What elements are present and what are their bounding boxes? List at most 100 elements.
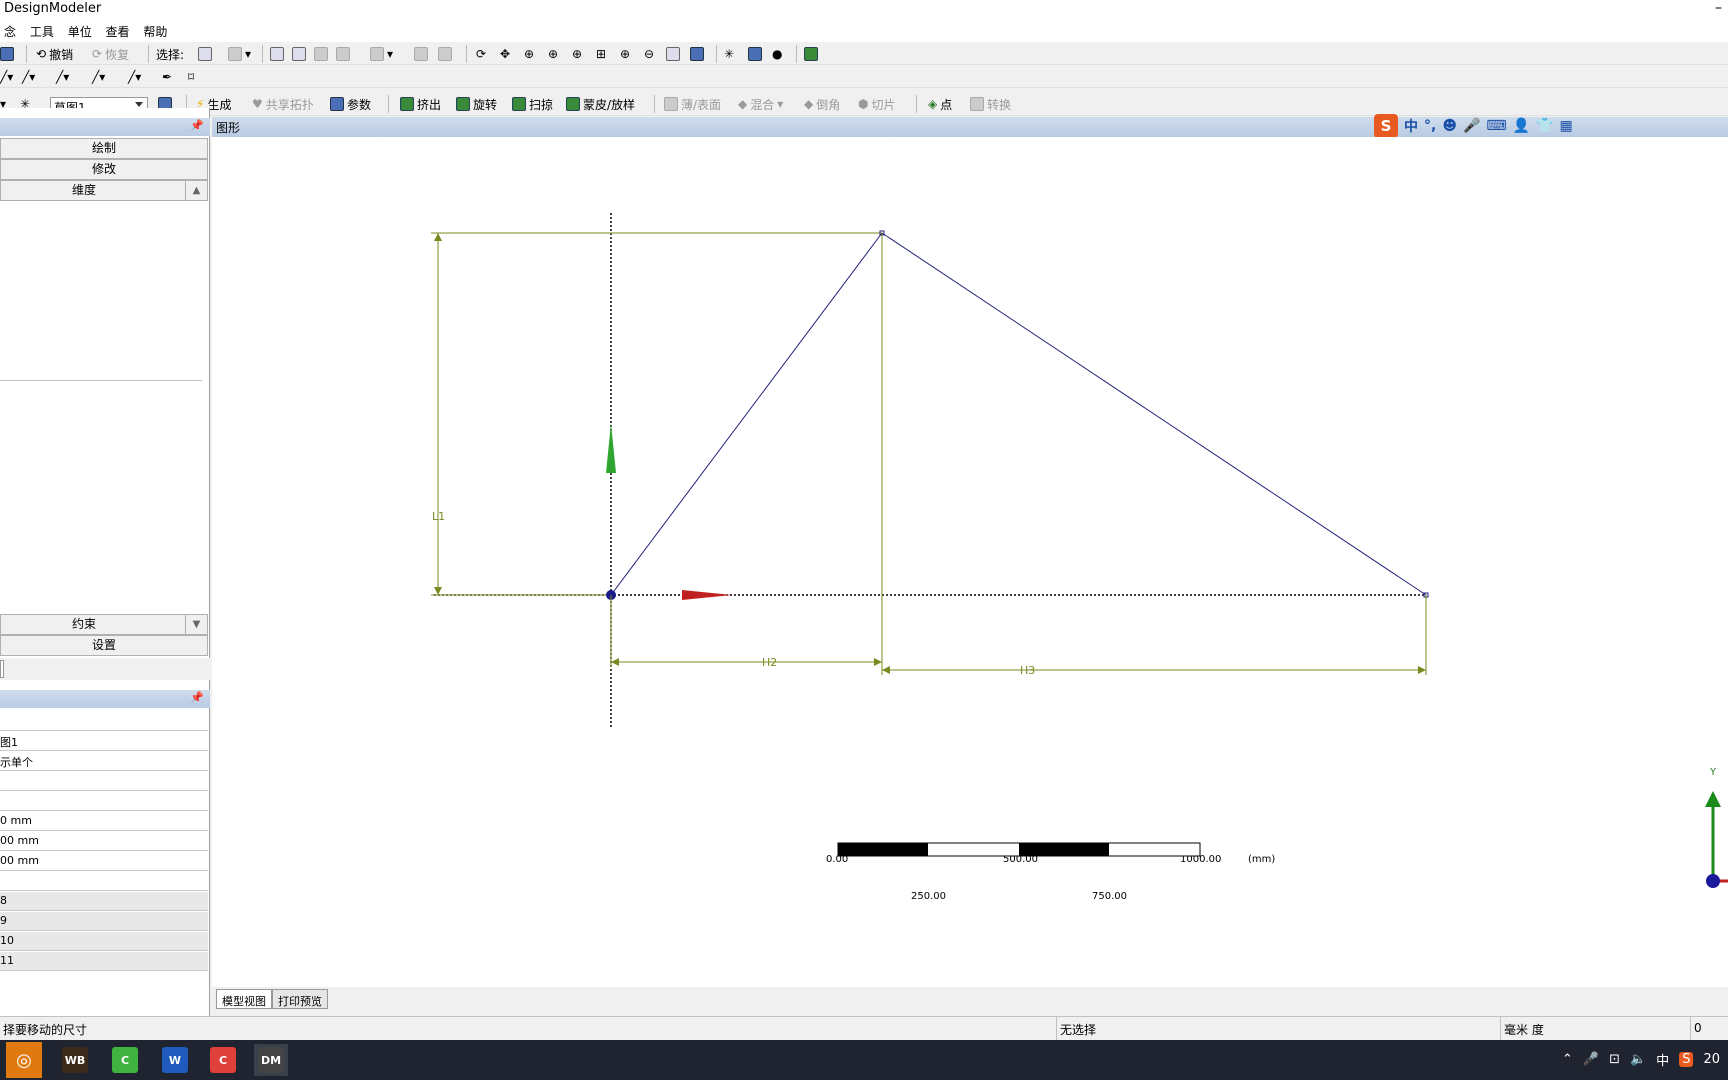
network-icon[interactable]: ⊡ [1609,1052,1620,1067]
convert-button[interactable]: 转换 [970,95,1011,113]
details-row[interactable]: 10 [0,932,208,951]
mic-icon[interactable]: 🎤 [1463,118,1480,134]
toolbox-settings[interactable]: 设置 [0,635,208,656]
dimension-l1-label[interactable]: L1 [432,510,445,523]
triad-origin[interactable] [1706,874,1720,888]
taskbar-app-recorder[interactable]: C [206,1044,240,1076]
display-point-icon[interactable]: ● [772,45,782,63]
extrude-button[interactable]: 挤出 [400,95,441,113]
taskbar-app-designmodeler[interactable]: DM [254,1044,288,1076]
tab-model-view[interactable]: 模型视图 [216,989,272,1009]
slice-button[interactable]: ⬢ 切片 [858,95,896,113]
display-model-icon[interactable] [748,45,762,63]
details-row[interactable]: 8 [0,892,208,911]
zoom-icon[interactable]: ⊕ [524,45,534,63]
details-row[interactable] [0,872,208,891]
details-row[interactable]: 00 mm [0,852,208,871]
graphics-viewport[interactable]: L1 H2 H3 0.00 500.00 1000.00 (mm) 250.00… [212,137,1728,987]
taskbar-app-word[interactable]: W [158,1044,192,1076]
skin-icon[interactable]: 👕 [1536,118,1553,134]
sketching-tab[interactable] [0,660,4,678]
point-button[interactable]: ◈ 点 [928,95,952,113]
details-row[interactable]: 图1 [0,732,208,751]
toolbox-draw[interactable]: 绘制 [0,138,208,159]
select-point-icon[interactable] [270,45,284,63]
extend-selection-icon[interactable]: ▾ [370,45,393,63]
sketch-line[interactable] [610,232,883,596]
blend-button[interactable]: ◆ 混合 ▾ [738,95,783,113]
taskbar-app-camtasia[interactable]: C [108,1044,142,1076]
zoom-box-icon[interactable] [414,45,428,63]
scroll-up-icon[interactable]: ▲ [185,181,207,200]
sogou-tray-icon[interactable]: S [1679,1052,1694,1067]
toolbox-grid-icon[interactable]: ▦ [1559,118,1572,134]
clock[interactable]: 20 [1703,1052,1720,1067]
taskbar-app-workbench[interactable]: WB [58,1044,92,1076]
select-face-icon[interactable] [314,45,328,63]
revolve-button[interactable]: 旋转 [456,95,497,113]
menu-help[interactable]: 帮助 [139,20,173,40]
iso-view-icon[interactable] [666,45,680,63]
select-cursor-icon[interactable] [198,45,212,63]
zoom-out-icon[interactable]: ⊖ [644,45,654,63]
details-row[interactable]: 11 [0,952,208,971]
undo-button[interactable]: ⟲ 撤销 [36,45,73,63]
pan-icon[interactable]: ✥ [500,45,510,63]
details-row[interactable] [0,772,208,791]
pin-tool-icon[interactable]: ✒ [162,68,172,86]
select-mode-icon[interactable]: ▾ [228,45,251,63]
tray-ime[interactable]: 中 [1656,1050,1669,1069]
details-row[interactable]: 9 [0,912,208,931]
rotate-icon[interactable]: ⟳ [476,45,486,63]
zoom-to-fit-icon[interactable]: ⊞ [596,45,606,63]
details-row[interactable]: 00 mm [0,832,208,851]
redo-button[interactable]: ⟳ 恢复 [92,45,129,63]
zoom-fit-icon[interactable] [438,45,452,63]
select-body-icon[interactable] [336,45,350,63]
spline-tool-icon[interactable]: ╱▾ [92,68,105,86]
polyline-tool-icon[interactable]: ╱▾ [22,68,35,86]
share-topology-button[interactable]: ♥ 共享拓扑 [252,95,314,113]
sweep-button[interactable]: 扫掠 [512,95,553,113]
emoji-icon[interactable]: ☻ [1442,118,1457,134]
volume-icon[interactable]: 🔈 [1630,1052,1646,1067]
details-row[interactable] [0,792,208,811]
chevron-up-icon[interactable]: ⌃ [1562,1052,1573,1067]
save-icon[interactable] [0,45,14,63]
sketch-line[interactable] [881,232,1427,596]
sogou-logo-icon[interactable]: S [1374,114,1398,138]
line-tool-icon[interactable]: ╱▾ [0,68,13,86]
zoom-in-icon[interactable]: ⊕ [548,45,558,63]
toolbox-dimensions[interactable]: 维度 ▲ [0,180,208,201]
ime-lang-icon[interactable]: 中 [1404,116,1418,136]
dimension-h3-label[interactable]: H3 [1020,664,1035,677]
scroll-down-icon[interactable]: ▼ [185,615,207,634]
details-row[interactable]: 0 mm [0,812,208,831]
zoom-region-icon[interactable]: ⊕ [572,45,582,63]
details-row[interactable]: 示单个 [0,752,208,771]
keyboard-icon[interactable]: ⌨ [1486,118,1506,134]
parameters-button[interactable]: 参数 [330,95,371,113]
named-view-icon[interactable] [804,45,818,63]
status-units[interactable]: 毫米 度 [1500,1017,1690,1040]
menu-view[interactable]: 查看 [102,20,136,40]
pin-icon[interactable]: 📌 [190,119,204,132]
arc-tool-icon[interactable]: ╱▾ [56,68,69,86]
point-tool-icon[interactable]: ⌑ [188,68,194,86]
skin-loft-button[interactable]: 蒙皮/放样 [566,95,635,113]
sketch-canvas[interactable]: L1 H2 H3 0.00 500.00 1000.00 (mm) 250.00… [212,137,1728,987]
pin-icon[interactable]: 📌 [190,691,204,704]
menu-units[interactable]: 单位 [64,20,98,40]
tab-print-preview[interactable]: 打印预览 [272,989,328,1009]
minimize-button[interactable]: – [1715,0,1722,16]
triad-toggle-icon[interactable]: ✳ [724,45,734,63]
start-button[interactable]: ◎ [6,1042,42,1078]
toolbox-constraints[interactable]: 约束 ▼ [0,614,208,635]
thin-surface-button[interactable]: 薄/表面 [664,95,721,113]
look-at-icon[interactable] [690,45,704,63]
menu-tools[interactable]: 工具 [26,20,60,40]
user-icon[interactable]: 👤 [1513,118,1530,134]
magnify-icon[interactable]: ⊕ [620,45,630,63]
mic-icon[interactable]: 🎤 [1583,1052,1599,1067]
menu-concept[interactable]: 念 [0,20,22,40]
